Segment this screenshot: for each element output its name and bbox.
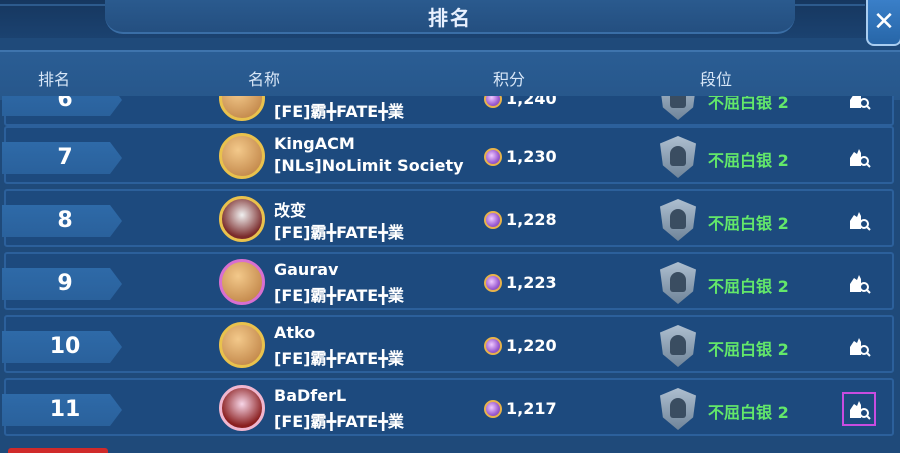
- tier-label: 不屈白银 2: [708, 96, 789, 112]
- table-row[interactable]: 7 KingACM [NLs]NoLimit Society 1,230 不屈白…: [2, 126, 894, 184]
- silver-helmet-badge-icon: [660, 199, 696, 241]
- title-bar: 排名: [0, 0, 900, 38]
- table-header: 排名 名称 积分 段位: [0, 50, 900, 100]
- title-decoration-right: [795, 4, 865, 30]
- player-name: BaDferL: [274, 386, 347, 405]
- score-value: 1,230: [506, 147, 557, 166]
- rank-number: 9: [57, 271, 73, 296]
- tier-label: 不屈白银 2: [708, 277, 789, 296]
- title-pill: 排名: [105, 0, 795, 34]
- rank-number: 8: [57, 208, 73, 233]
- player-name: KingACM: [274, 134, 355, 153]
- close-button[interactable]: ✕: [866, 0, 900, 46]
- player-search-icon[interactable]: [846, 144, 872, 170]
- gem-icon: [484, 148, 502, 166]
- header-score: 积分: [493, 70, 526, 89]
- player-name: Atko: [274, 323, 316, 342]
- guild-name: [FE]霸╋FATE╋業: [274, 286, 404, 305]
- silver-helmet-badge-icon: [660, 96, 696, 120]
- tier-label: 不屈白银 2: [708, 151, 789, 170]
- avatar[interactable]: [219, 259, 265, 305]
- header-rank: 排名: [38, 70, 71, 89]
- score-value: 1,220: [506, 336, 557, 355]
- gem-icon: [484, 337, 502, 355]
- player-search-icon[interactable]: [846, 270, 872, 296]
- title-decoration-left: [0, 4, 110, 30]
- gem-icon: [484, 400, 502, 418]
- player-search-icon[interactable]: [842, 392, 876, 426]
- page-title: 排名: [428, 5, 472, 30]
- silver-helmet-badge-icon: [660, 262, 696, 304]
- guild-name: [FE]霸╋FATE╋業: [274, 349, 404, 368]
- ranking-list[interactable]: 6 [FE]霸╋FATE╋業 1,240 不屈白银 2 7 KingACM [N…: [0, 96, 900, 453]
- avatar[interactable]: [219, 96, 265, 121]
- gem-icon: [484, 96, 502, 108]
- avatar[interactable]: [219, 385, 265, 431]
- table-row[interactable]: 11 BaDferL [FE]霸╋FATE╋業 1,217 不屈白银 2: [2, 378, 894, 436]
- avatar[interactable]: [219, 196, 265, 242]
- table-row[interactable]: 6 [FE]霸╋FATE╋業 1,240 不屈白银 2: [2, 96, 894, 126]
- score-value: 1,217: [506, 399, 557, 418]
- score-value: 1,228: [506, 210, 557, 229]
- table-row[interactable]: 9 Gaurav [FE]霸╋FATE╋業 1,223 不屈白银 2: [2, 252, 894, 310]
- player-search-icon[interactable]: [846, 333, 872, 359]
- player-name: 改变: [274, 201, 307, 220]
- gem-icon: [484, 211, 502, 229]
- gem-icon: [484, 274, 502, 292]
- guild-name: [NLs]NoLimit Society: [274, 156, 464, 175]
- player-search-icon[interactable]: [846, 207, 872, 233]
- tier-label: 不屈白银 2: [708, 340, 789, 359]
- silver-helmet-badge-icon: [660, 136, 696, 178]
- guild-name: [FE]霸╋FATE╋業: [274, 102, 404, 121]
- rank-number: 11: [49, 397, 81, 422]
- silver-helmet-badge-icon: [660, 325, 696, 367]
- red-tab-edge: [8, 448, 108, 453]
- rank-number: 10: [49, 334, 81, 359]
- player-name: Gaurav: [274, 260, 339, 279]
- score-value: 1,240: [506, 96, 557, 108]
- player-search-icon[interactable]: [846, 96, 872, 112]
- tier-label: 不屈白银 2: [708, 214, 789, 233]
- header-name: 名称: [248, 70, 281, 89]
- avatar[interactable]: [219, 322, 265, 368]
- table-row[interactable]: 8 改变 [FE]霸╋FATE╋業 1,228 不屈白银 2: [2, 189, 894, 247]
- rank-number: 7: [57, 145, 73, 170]
- table-row[interactable]: 10 Atko [FE]霸╋FATE╋業 1,220 不屈白银 2: [2, 315, 894, 373]
- score-value: 1,223: [506, 273, 557, 292]
- tier-label: 不屈白银 2: [708, 403, 789, 422]
- guild-name: [FE]霸╋FATE╋業: [274, 412, 404, 431]
- rank-number: 6: [57, 96, 73, 112]
- avatar[interactable]: [219, 133, 265, 179]
- silver-helmet-badge-icon: [660, 388, 696, 430]
- close-icon: ✕: [873, 7, 895, 37]
- header-tier: 段位: [700, 70, 733, 89]
- guild-name: [FE]霸╋FATE╋業: [274, 223, 404, 242]
